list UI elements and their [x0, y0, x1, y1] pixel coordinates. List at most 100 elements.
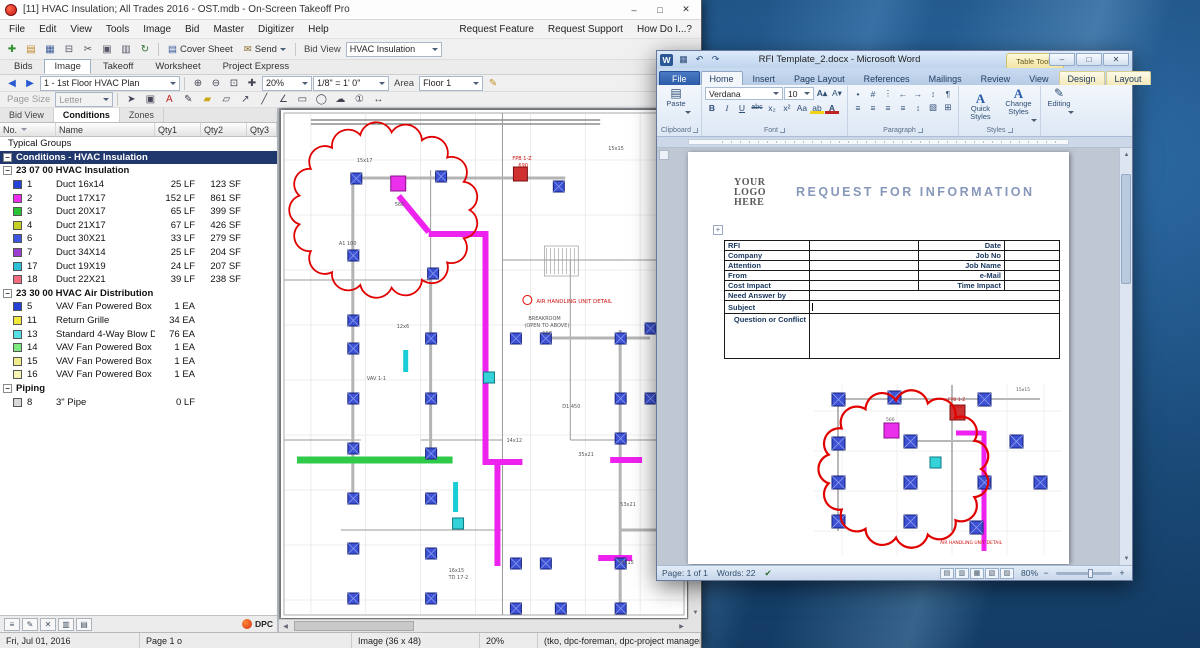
page-indicator[interactable]: Page: 1 of 1 [662, 568, 708, 578]
grow-font-icon[interactable]: A▴ [815, 87, 829, 100]
field-value[interactable] [810, 251, 919, 260]
menu-tools[interactable]: Tools [99, 22, 136, 37]
zoom-out-icon[interactable]: ⊖ [207, 75, 225, 91]
area-select[interactable]: Floor 1 [419, 76, 483, 91]
condition-row[interactable]: 17Duct 19X1924 LF207 SF [0, 259, 277, 273]
field-value[interactable] [810, 314, 1059, 358]
column-header-qty1[interactable]: Qty1 [155, 123, 201, 136]
rectangle-icon[interactable]: ▭ [293, 92, 311, 108]
eraser-icon[interactable]: ▱ [217, 92, 235, 108]
menu-master[interactable]: Master [206, 22, 251, 37]
menu-view[interactable]: View [63, 22, 99, 37]
tab-layout[interactable]: Layout [1106, 71, 1151, 85]
tab-mailings[interactable]: Mailings [920, 71, 971, 85]
column-header-qty3[interactable]: Qty3 [247, 123, 277, 136]
numbering-icon[interactable]: # [866, 87, 880, 100]
justify-icon[interactable]: ≡ [896, 101, 910, 114]
subscript-icon[interactable]: x₂ [765, 101, 779, 114]
condition-row[interactable]: 15VAV Fan Powered Box 1-71 EA [0, 355, 277, 369]
quick-styles-button[interactable]: A Quick Styles [962, 92, 999, 121]
scrollbar-thumb[interactable] [294, 621, 414, 631]
field-value[interactable] [810, 301, 1059, 313]
view-tab-takeoff[interactable]: Takeoff [93, 59, 143, 74]
page-selector[interactable]: 1 - 1st Floor HVAC Plan [40, 76, 180, 91]
menu-digitizer[interactable]: Digitizer [251, 22, 301, 37]
field-value[interactable] [810, 291, 1059, 300]
polyline-icon[interactable]: ∠ [274, 92, 292, 108]
font-color-icon[interactable]: A [825, 101, 839, 114]
dialog-launcher-icon[interactable] [1008, 128, 1013, 133]
root-row[interactable]: Typical Groups [0, 137, 277, 151]
view-tab-worksheet[interactable]: Worksheet [145, 59, 210, 74]
condition-row[interactable]: 16VAV Fan Powered Box 1-91 EA [0, 368, 277, 382]
underline-icon[interactable]: U [735, 101, 749, 114]
superscript-icon[interactable]: x² [780, 101, 794, 114]
field-value[interactable] [810, 261, 919, 270]
condition-row[interactable]: 4Duct 21X1767 LF426 SF [0, 219, 277, 233]
column-header-name[interactable]: Name [56, 123, 155, 136]
delete-condition-icon[interactable]: ✕ [40, 618, 56, 631]
prev-page-icon[interactable]: ◀ [3, 75, 21, 91]
align-right-icon[interactable]: ≡ [881, 101, 895, 114]
change-case-icon[interactable]: Aa [795, 101, 809, 114]
condition-row[interactable]: 5VAV Fan Powered Box 1-181 EA [0, 300, 277, 314]
tab-page-layout[interactable]: Page Layout [785, 71, 854, 85]
condition-row[interactable]: 11Return Grille34 EA [0, 314, 277, 328]
change-styles-button[interactable]: A Change Styles [1000, 87, 1037, 125]
embedded-plan-image[interactable]: 15x15FPB 1-Z690560AIR HANDLING UNIT DETA… [812, 381, 1064, 557]
font-name-select[interactable]: Verdana [705, 87, 783, 100]
field-value[interactable] [1005, 271, 1059, 280]
menu-request-support[interactable]: Request Support [541, 22, 630, 37]
new-bid-icon[interactable]: ✚ [3, 41, 21, 57]
close-button[interactable]: ✕ [673, 1, 699, 18]
group-row[interactable]: −23 30 00 HVAC Air Distribution [0, 287, 277, 301]
redo-icon[interactable]: ↷ [708, 54, 723, 65]
menu-how-do-i-[interactable]: How Do I...? [630, 22, 699, 37]
shrink-font-icon[interactable]: A▾ [830, 87, 844, 100]
zoom-slider[interactable] [1056, 572, 1112, 575]
font-size-select[interactable]: 10 [784, 87, 814, 100]
condition-row[interactable]: 7Duct 34X1425 LF204 SF [0, 246, 277, 260]
tab-home[interactable]: Home [701, 71, 743, 85]
proofing-icon[interactable]: ✔ [764, 568, 771, 579]
scale-select[interactable]: 1/8" = 1' 0" [313, 76, 389, 91]
align-left-icon[interactable]: ≡ [851, 101, 865, 114]
field-value[interactable] [1005, 251, 1059, 260]
view-tab-project-express[interactable]: Project Express [213, 59, 300, 74]
collapse-icon[interactable]: − [3, 153, 12, 162]
zoom-level[interactable]: 80% [1021, 568, 1038, 578]
counter-icon[interactable]: ① [350, 92, 368, 108]
maximize-button[interactable]: □ [647, 1, 673, 18]
view-tab-bids[interactable]: Bids [4, 59, 42, 74]
maximize-button[interactable]: □ [1076, 53, 1102, 66]
tab-review[interactable]: Review [972, 71, 1020, 85]
text-icon[interactable]: A [160, 92, 178, 108]
condition-row[interactable]: 3Duct 20X1765 LF399 SF [0, 205, 277, 219]
italic-icon[interactable]: I [720, 101, 734, 114]
open-folder-icon[interactable]: ▤ [22, 41, 40, 57]
tab-references[interactable]: References [855, 71, 919, 85]
view-tab-image[interactable]: Image [44, 59, 90, 74]
cover-sheet-button[interactable]: ▤ Cover Sheet [163, 41, 238, 57]
field-value[interactable] [1005, 261, 1059, 270]
field-value[interactable] [1005, 281, 1059, 290]
tab-view[interactable]: View [1020, 71, 1057, 85]
zoom-in-icon[interactable]: ⊕ [189, 75, 207, 91]
menu-help[interactable]: Help [301, 22, 336, 37]
filter-icon[interactable] [21, 128, 27, 134]
pen-icon[interactable]: ✎ [179, 92, 197, 108]
zoom-select[interactable]: 20% [262, 76, 312, 91]
group-row[interactable]: −Piping [0, 382, 277, 396]
dialog-launcher-icon[interactable] [693, 128, 698, 133]
dimension-icon[interactable]: ↔ [369, 92, 387, 108]
copy-icon[interactable]: ▣ [98, 41, 116, 57]
list-layout-icon[interactable]: ≡ [4, 618, 20, 631]
line-icon[interactable]: ╱ [255, 92, 273, 108]
plan-canvas[interactable]: 15x1515x17FPB 1-Z690560A1 10012x6VAV 1-1… [279, 108, 701, 632]
condition-row[interactable]: 6Duct 30X2133 LF279 SF [0, 232, 277, 246]
ellipse-icon[interactable]: ◯ [312, 92, 330, 108]
multilevel-list-icon[interactable]: ⋮ [881, 87, 895, 100]
menu-bid[interactable]: Bid [178, 22, 206, 37]
annotate-pencil-icon[interactable]: ✎ [484, 75, 502, 91]
undo-icon[interactable]: ↶ [692, 54, 707, 65]
